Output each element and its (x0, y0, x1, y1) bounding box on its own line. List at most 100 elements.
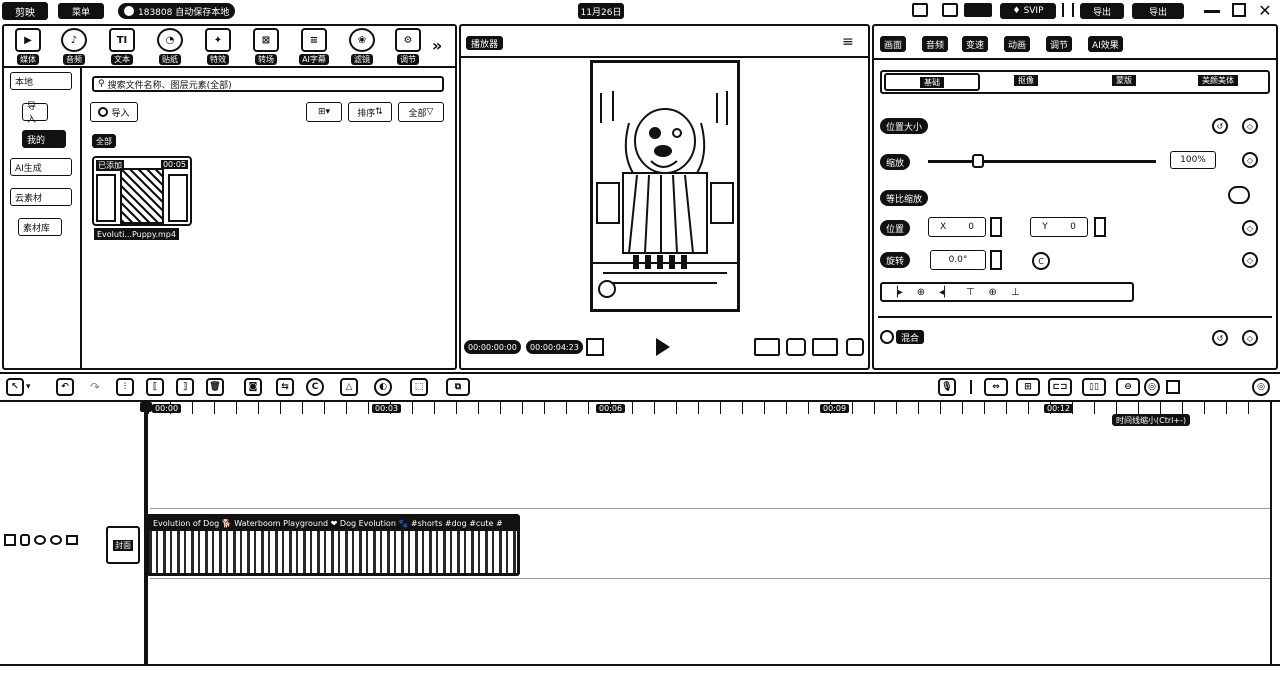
rotate-stepper-icon[interactable] (990, 250, 1002, 270)
timeline-settings-icon[interactable]: ◎ (1252, 378, 1270, 396)
align-bottom-icon[interactable]: ⊥ (1011, 287, 1020, 298)
preview-axis-icon[interactable]: ▯▯ (1082, 378, 1106, 396)
compare-icon[interactable] (812, 338, 838, 356)
app-logo[interactable]: 剪映 (2, 2, 48, 20)
position-keyframe-icon[interactable]: ◇ (1242, 220, 1258, 236)
zoom-slider-icon[interactable]: ◎ (1144, 378, 1160, 396)
track-lock2-icon[interactable] (20, 534, 30, 546)
mark-icon[interactable]: ⧉ (446, 378, 470, 396)
mirror-icon[interactable]: △ (340, 378, 358, 396)
filter-button[interactable]: 全部 ▽ (398, 102, 444, 122)
blend-reset-icon[interactable]: ↺ (1212, 330, 1228, 346)
subtab-beauty[interactable]: 美颜美体 (1198, 75, 1238, 86)
select-dropdown-icon[interactable]: ▾ (26, 382, 31, 392)
track-more-icon[interactable] (66, 535, 78, 545)
playhead-handle[interactable] (140, 402, 152, 412)
blend-keyframe-icon[interactable]: ◇ (1242, 330, 1258, 346)
media-clip-thumbnail[interactable]: 已添加 00:05 (92, 156, 192, 226)
frame-icon[interactable]: ⬚ (410, 378, 428, 396)
all-tag[interactable]: 全部 (92, 134, 116, 148)
subtab-basic[interactable]: 基础 (884, 73, 980, 91)
tab-animation[interactable]: 动画 (1004, 36, 1031, 52)
scale-slider-handle[interactable] (972, 154, 984, 168)
freeze-icon[interactable]: ◙ (244, 378, 262, 396)
scale-value-input[interactable]: 100% (1170, 151, 1216, 169)
subtab-cutout[interactable]: 抠像 (1014, 75, 1038, 86)
uniform-scale-toggle[interactable] (1228, 186, 1250, 204)
align-left-icon[interactable]: ▕▸ (890, 287, 903, 298)
linkage-icon[interactable]: ⊏⊐ (1048, 378, 1072, 396)
sidebar-item-cloud[interactable]: 云素材 (10, 188, 72, 206)
subtab-mask[interactable]: 蒙版 (1112, 75, 1136, 86)
ratio-icon[interactable] (754, 338, 780, 356)
keyframe-icon[interactable]: ◇ (1242, 118, 1258, 134)
vip-badge[interactable]: ♦ SVIP (1000, 3, 1056, 19)
tab-audio[interactable]: 音频 (922, 36, 949, 52)
position-x-input[interactable]: X0 (928, 217, 986, 237)
delete-icon[interactable]: 🗑 (206, 378, 224, 396)
reset-icon[interactable]: ↺ (1212, 118, 1228, 134)
record-icon[interactable]: 🎙 (938, 378, 956, 396)
player-menu-icon[interactable]: ≡ (842, 34, 854, 50)
align-top-icon[interactable]: ⊤ (966, 287, 975, 298)
y-stepper-icon[interactable] (1094, 217, 1106, 237)
project-title[interactable]: 11月26日 (578, 3, 624, 19)
tab-ai-effects[interactable]: AI效果 (1088, 36, 1123, 52)
tab-adjust[interactable]: 调节 (1046, 36, 1073, 52)
track-visible-icon[interactable] (34, 535, 46, 545)
sidebar-item-import[interactable]: 导入 (22, 102, 48, 125)
cover-button[interactable]: 封面 (106, 526, 140, 564)
rotate-input[interactable]: 0.0° (930, 250, 986, 270)
select-tool-icon[interactable]: ↖ (6, 378, 24, 396)
auto-snap-icon[interactable]: ⊞ (1016, 378, 1040, 396)
zoom-out-icon[interactable]: ⊖ (1116, 378, 1140, 396)
align-center-icon[interactable]: ⊕ (917, 287, 925, 298)
menu-button[interactable]: 菜单 (58, 3, 104, 19)
sidebar-item-local[interactable]: 本地 (10, 72, 72, 90)
maximize-icon[interactable] (1232, 3, 1246, 17)
fullscreen-icon[interactable] (846, 338, 864, 356)
sidebar-item-library[interactable]: 素材库 (18, 218, 62, 236)
redo-icon[interactable]: ↷ (90, 380, 100, 394)
tab-picture[interactable]: 画面 (880, 36, 907, 52)
publish-button[interactable]: 导出 (1080, 3, 1124, 19)
export-button[interactable]: 导出 (1132, 3, 1184, 19)
minimize-icon[interactable] (1204, 10, 1220, 13)
sidebar-item-mine[interactable]: 我的 (22, 130, 66, 148)
sort-button[interactable]: 排序 ⇅ (348, 102, 392, 122)
rotate-keyframe-icon[interactable]: ◇ (1242, 252, 1258, 268)
align-right-icon[interactable]: ◂▏ (939, 287, 952, 298)
shortcut-icon[interactable] (964, 3, 992, 17)
timecode-list-icon[interactable] (586, 338, 604, 356)
split-right-icon[interactable]: ⟧ (176, 378, 194, 396)
search-input[interactable]: ⚲ 搜索文件名称、图层元素(全部) (92, 76, 444, 92)
sidebar-item-ai[interactable]: AI生成 (10, 158, 72, 176)
scale-slider-track[interactable] (928, 160, 1156, 163)
play-icon[interactable] (656, 338, 670, 356)
tool-adjust[interactable]: ⚙ 调节 (378, 28, 438, 76)
track-lock-icon[interactable] (4, 534, 16, 546)
layout-icon[interactable] (912, 3, 928, 17)
track-audio-icon[interactable] (50, 535, 62, 545)
video-preview[interactable] (590, 60, 740, 312)
screen-icon[interactable] (942, 3, 958, 17)
main-track-magnet-icon[interactable]: ⇔ (984, 378, 1008, 396)
split-icon[interactable]: ⫶ (116, 378, 134, 396)
close-icon[interactable]: ✕ (1256, 2, 1274, 20)
blend-toggle[interactable] (880, 330, 894, 344)
zoom-in-icon[interactable] (1166, 380, 1180, 394)
x-stepper-icon[interactable] (990, 217, 1002, 237)
timeline-ruler[interactable] (148, 402, 1270, 414)
rotate-clip-icon[interactable]: C (306, 378, 324, 396)
crop-clip-icon[interactable]: ◐ (374, 378, 392, 396)
align-middle-icon[interactable]: ⊕ (989, 287, 997, 298)
more-tools-icon[interactable]: » (432, 36, 442, 55)
split-left-icon[interactable]: ⟦ (146, 378, 164, 396)
view-toggle[interactable]: ⊞▾ (306, 102, 342, 122)
tab-speed[interactable]: 变速 (962, 36, 989, 52)
video-clip[interactable]: Evolution of Dog 🐕 Waterboom Playground … (146, 514, 520, 576)
position-y-input[interactable]: Y0 (1030, 217, 1088, 237)
undo-icon[interactable]: ↶ (56, 378, 74, 396)
rotate-dial-icon[interactable]: C (1032, 252, 1050, 270)
scale-keyframe-icon[interactable]: ◇ (1242, 152, 1258, 168)
